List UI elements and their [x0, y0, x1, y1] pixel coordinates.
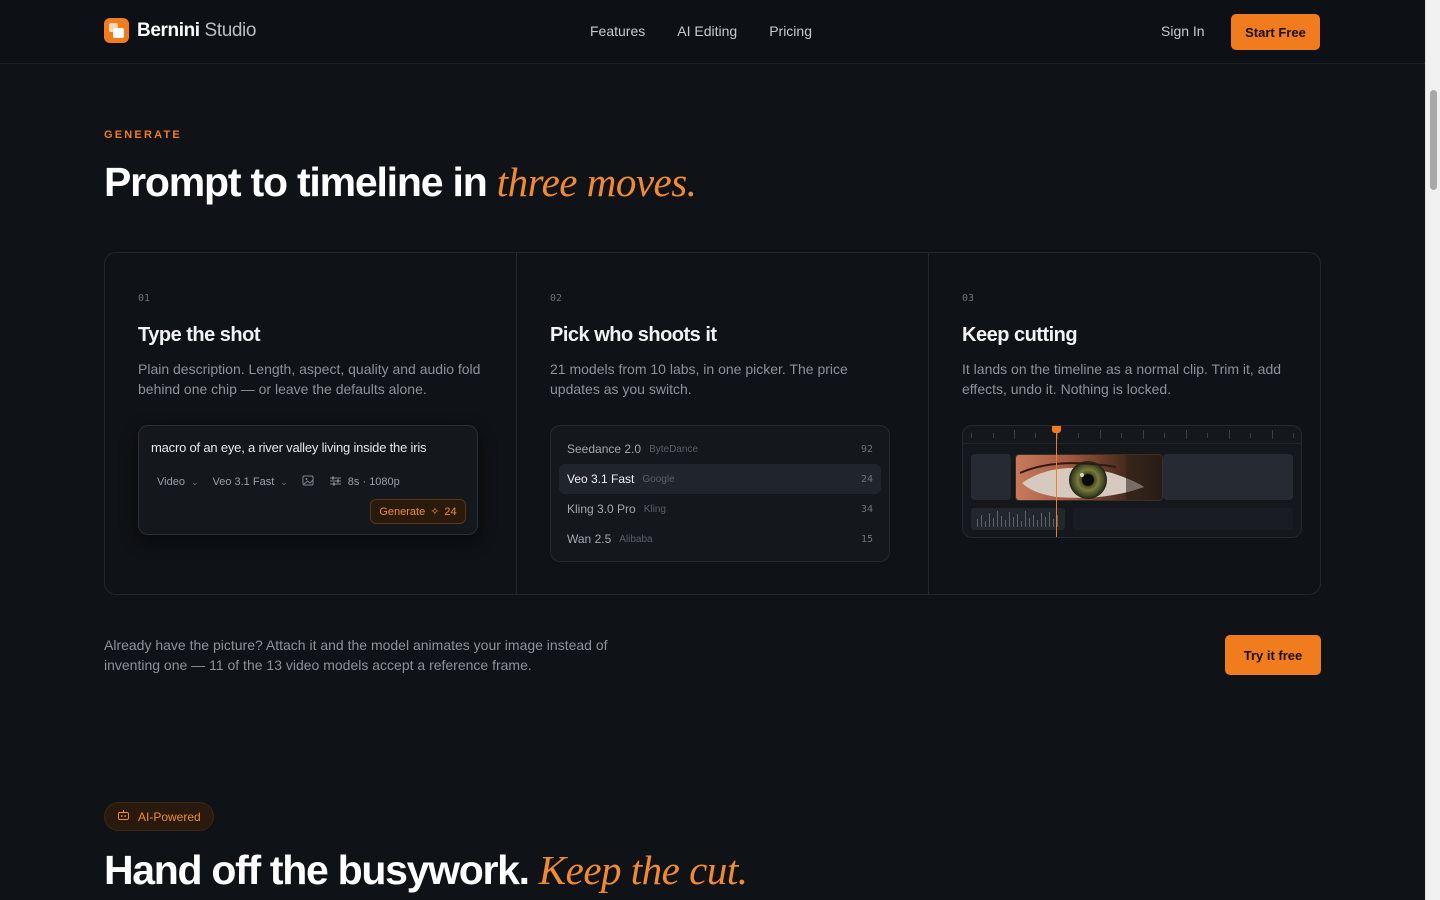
playhead[interactable]	[1056, 426, 1057, 537]
ai-section-title: Hand off the busywork. Keep the cut.	[104, 846, 748, 894]
model-price: 24	[860, 473, 873, 485]
model-lab: ByteDance	[649, 443, 698, 455]
type-label: Video	[157, 476, 185, 488]
model-picker: Seedance 2.0 ByteDance 92 Veo 3.1 Fast G…	[550, 425, 890, 562]
settings-chip[interactable]: 8s · 1080p	[329, 475, 400, 490]
model-option[interactable]: Seedance 2.0 ByteDance 92	[559, 434, 881, 464]
timeline-audio-clip[interactable]	[971, 508, 1065, 530]
model-option[interactable]: Wan 2.5 Alibaba 15	[559, 524, 881, 554]
brand-logo-link[interactable]: Bernini Studio	[104, 18, 256, 43]
step-description: Plain description. Length, aspect, quali…	[138, 361, 481, 397]
section-title-plain: Prompt to timeline in	[104, 159, 488, 205]
step-card-keep-cutting: 03 Keep cutting It lands on the timeline…	[928, 253, 1320, 594]
sliders-icon	[329, 475, 342, 490]
timeline-clip-placeholder[interactable]	[971, 454, 1011, 500]
ai-title-plain: Hand off the busywork.	[104, 847, 530, 893]
model-name: Seedance 2.0	[567, 442, 642, 456]
generate-cost: 24	[444, 505, 457, 518]
image-attach-icon[interactable]	[302, 474, 315, 490]
step-description: It lands on the timeline as a normal cli…	[962, 361, 1282, 397]
nav-link-ai-editing[interactable]: AI Editing	[677, 23, 737, 39]
try-it-free-button[interactable]: Try it free	[1225, 635, 1321, 675]
scrollbar-thumb[interactable]	[1430, 90, 1437, 190]
model-dropdown[interactable]: Veo 3.1 Fast ⌄	[212, 476, 287, 488]
model-lab: Kling	[643, 503, 666, 515]
chevron-down-icon: ⌄	[280, 476, 288, 487]
brand-suffix: Studio	[204, 19, 257, 41]
playhead-handle[interactable]	[1052, 426, 1061, 433]
step-number: 03	[962, 293, 975, 304]
timeline-audio-empty	[1073, 508, 1293, 530]
model-price: 92	[860, 443, 873, 455]
type-dropdown[interactable]: Video ⌄	[157, 476, 198, 488]
top-nav: Bernini Studio Features AI Editing Prici…	[0, 0, 1425, 64]
attach-reference-text: Already have the picture? Attach it and …	[104, 637, 608, 673]
steps-grid: 01 Type the shot Plain description. Leng…	[104, 252, 1321, 595]
step-description: 21 models from 10 labs, in one picker. T…	[550, 361, 848, 397]
badge-label: AI-Powered	[138, 809, 201, 824]
model-name: Veo 3.1 Fast	[567, 472, 635, 486]
generate-button[interactable]: Generate ✧ 24	[370, 499, 466, 524]
step-title: Pick who shoots it	[550, 324, 717, 346]
robot-icon	[117, 809, 130, 824]
eye-clip-thumbnail	[1016, 455, 1162, 500]
prompt-box[interactable]: macro of an eye, a river valley living i…	[138, 425, 478, 535]
model-name: Kling 3.0 Pro	[567, 502, 636, 516]
ai-powered-badge: AI-Powered	[104, 802, 214, 831]
model-lab: Google	[642, 473, 675, 485]
ai-title-accent: Keep the cut.	[538, 847, 748, 893]
sparkle-icon: ✧	[430, 506, 440, 518]
model-option[interactable]: Kling 3.0 Pro Kling 34	[559, 494, 881, 524]
timeline-video-clip[interactable]	[1015, 454, 1163, 501]
nav-links: Features AI Editing Pricing	[590, 23, 812, 39]
section-eyebrow: GENERATE	[104, 129, 182, 141]
brand-name: Bernini	[137, 19, 200, 41]
step-number: 02	[550, 293, 563, 304]
page-scrollbar[interactable]	[1425, 0, 1440, 900]
settings-label: 8s · 1080p	[347, 476, 400, 488]
nav-link-pricing[interactable]: Pricing	[769, 23, 812, 39]
step-number: 01	[138, 293, 151, 304]
model-name: Wan 2.5	[567, 532, 612, 546]
app-logo-icon	[104, 18, 129, 43]
timeline-clip-next[interactable]	[1163, 454, 1293, 500]
model-price: 15	[860, 533, 873, 545]
model-label: Veo 3.1 Fast	[212, 476, 275, 488]
sign-in-link[interactable]: Sign In	[1161, 23, 1205, 39]
model-lab: Alibaba	[619, 533, 653, 545]
step-title: Type the shot	[138, 324, 261, 346]
timeline-preview	[962, 425, 1302, 538]
step-card-pick-model: 02 Pick who shoots it 21 models from 10 …	[516, 253, 928, 594]
model-option-selected[interactable]: Veo 3.1 Fast Google 24	[559, 464, 881, 494]
section-title: Prompt to timeline in three moves.	[104, 158, 697, 206]
model-price: 34	[860, 503, 873, 515]
timeline-ruler	[963, 426, 1301, 444]
generate-label: Generate	[379, 505, 426, 518]
page: Bernini Studio Features AI Editing Prici…	[0, 0, 1425, 900]
chevron-down-icon: ⌄	[190, 476, 199, 487]
prompt-input[interactable]: macro of an eye, a river valley living i…	[151, 440, 427, 455]
start-free-button[interactable]: Start Free	[1231, 14, 1320, 50]
brand-wordmark: Bernini Studio	[137, 20, 256, 42]
step-card-type-shot: 01 Type the shot Plain description. Leng…	[105, 253, 516, 594]
nav-link-features[interactable]: Features	[590, 23, 645, 39]
step-title: Keep cutting	[962, 324, 1078, 346]
prompt-chips: Video ⌄ Veo 3.1 Fast ⌄ 8s · 1080p	[157, 474, 400, 490]
section-title-accent: three moves.	[496, 159, 697, 205]
